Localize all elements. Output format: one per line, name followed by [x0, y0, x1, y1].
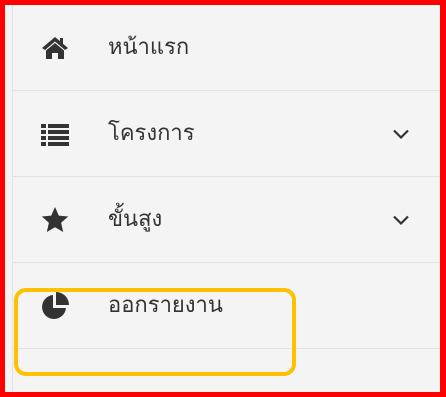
star-icon [40, 205, 70, 235]
home-icon [40, 33, 70, 63]
highlight-box [14, 288, 296, 376]
chevron-down-icon[interactable] [391, 210, 411, 230]
sidebar-item-label: ขั้นสูง [108, 207, 163, 232]
sidebar-item-advanced[interactable]: ขั้นสูง [13, 177, 440, 263]
sidebar-item-label: โครงการ [108, 121, 195, 146]
sidebar-item-projects[interactable]: โครงการ [13, 91, 440, 177]
sidebar-item-home[interactable]: หน้าแรก [13, 5, 440, 91]
sidebar-item-label: หน้าแรก [108, 35, 190, 60]
list-icon [40, 119, 70, 149]
chevron-down-icon[interactable] [391, 124, 411, 144]
